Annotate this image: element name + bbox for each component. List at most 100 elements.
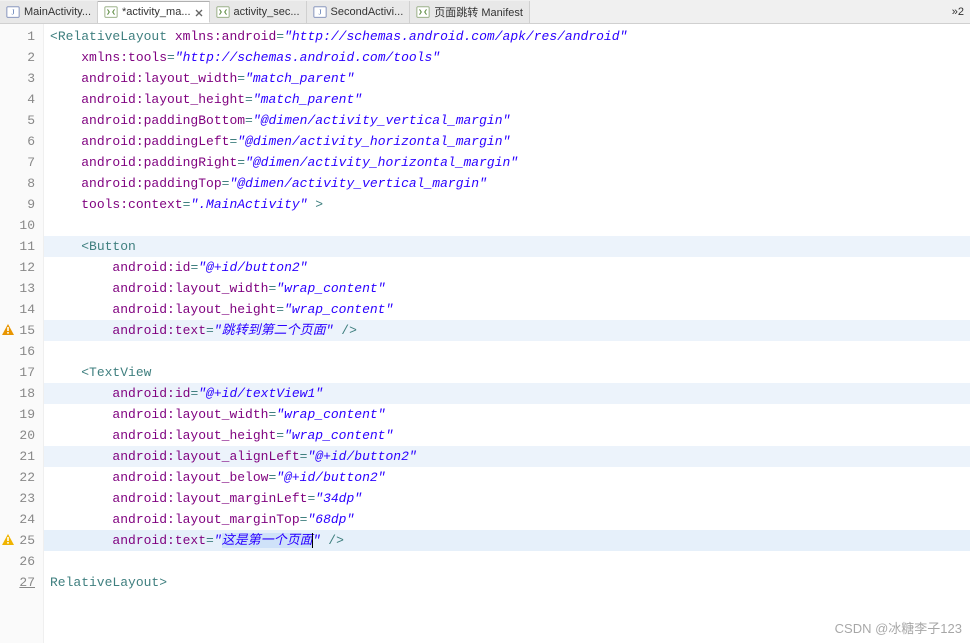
xml-value: "@+id/textView1" [198, 386, 323, 401]
line-number: 20 [0, 425, 43, 446]
xml-tag: RelativeLayout [50, 575, 159, 590]
code-line[interactable] [44, 341, 970, 362]
xml-attribute: android:layout_marginLeft [112, 491, 307, 506]
xml-attribute: android:paddingTop [81, 176, 221, 191]
code-line[interactable]: android:paddingRight="@dimen/activity_ho… [44, 152, 970, 173]
code-line[interactable]: android:layout_height="wrap_content" [44, 299, 970, 320]
warning-icon [1, 533, 15, 547]
code-line[interactable] [44, 215, 970, 236]
xml-value: "跳转到第二个页面" [214, 323, 334, 338]
line-number: 12 [0, 257, 43, 278]
editor-tab[interactable]: JMainActivity... [0, 1, 98, 23]
code-line[interactable]: android:paddingLeft="@dimen/activity_hor… [44, 131, 970, 152]
watermark-text: CSDN @冰糖李子123 [835, 618, 962, 637]
editor-tab[interactable]: 页面跳转 Manifest [410, 1, 530, 23]
xml-attribute: tools:context [81, 197, 182, 212]
xml-tag: TextView [89, 365, 151, 380]
xml-value: "http://schemas.android.com/tools" [175, 50, 440, 65]
code-line[interactable]: android:layout_marginLeft="34dp" [44, 488, 970, 509]
xml-attribute: android:layout_marginTop [112, 512, 299, 527]
line-number: 4 [0, 89, 43, 110]
xml-value: "wrap_content" [284, 428, 393, 443]
code-line[interactable]: android:layout_alignLeft="@+id/button2" [44, 446, 970, 467]
line-number: 3 [0, 68, 43, 89]
xml-file-icon [216, 5, 230, 19]
xml-value: "wrap_content" [276, 281, 385, 296]
xml-value: "@dimen/activity_vertical_margin" [253, 113, 510, 128]
xml-value: "@+id/button2" [276, 470, 385, 485]
code-line[interactable]: RelativeLayout> [44, 572, 970, 593]
close-icon[interactable] [195, 8, 203, 16]
code-line[interactable]: <RelativeLayout xmlns:android="http://sc… [44, 26, 970, 47]
line-number: 9 [0, 194, 43, 215]
line-number: 10 [0, 215, 43, 236]
xml-file-icon [416, 5, 430, 19]
xml-attribute: android:layout_height [112, 428, 276, 443]
line-number: 14 [0, 299, 43, 320]
xml-value: "@dimen/activity_horizontal_margin" [237, 134, 510, 149]
tab-label: activity_sec... [234, 6, 300, 18]
xml-attribute: xmlns:android [175, 29, 276, 44]
line-number: 2 [0, 47, 43, 68]
line-number: 19 [0, 404, 43, 425]
code-line[interactable]: android:id="@+id/button2" [44, 257, 970, 278]
code-line[interactable]: android:layout_width="wrap_content" [44, 404, 970, 425]
code-line[interactable]: android:text="这是第一个页面" /> [44, 530, 970, 551]
xml-attribute: android:layout_alignLeft [112, 449, 299, 464]
code-line[interactable]: android:paddingTop="@dimen/activity_vert… [44, 173, 970, 194]
editor-tab[interactable]: *activity_ma... [98, 1, 209, 23]
line-number: 6 [0, 131, 43, 152]
xml-attribute: android:layout_height [81, 92, 245, 107]
line-number: 21 [0, 446, 43, 467]
code-line[interactable] [44, 551, 970, 572]
code-line[interactable]: android:layout_below="@+id/button2" [44, 467, 970, 488]
code-line[interactable]: <Button [44, 236, 970, 257]
xml-attribute: android:paddingBottom [81, 113, 245, 128]
xml-value: "@+id/button2" [307, 449, 416, 464]
code-line[interactable]: android:layout_width="wrap_content" [44, 278, 970, 299]
xml-value: ".MainActivity" [190, 197, 307, 212]
line-number: 24 [0, 509, 43, 530]
line-number: 15 [0, 320, 43, 341]
editor-tab[interactable]: J SecondActivi... [307, 1, 411, 23]
xml-attribute: android:id [112, 386, 190, 401]
line-number: 5 [0, 110, 43, 131]
code-line[interactable]: android:layout_height="match_parent" [44, 89, 970, 110]
line-number: 27 [0, 572, 43, 593]
tab-label: SecondActivi... [331, 6, 404, 18]
xml-attribute: android:id [112, 260, 190, 275]
svg-text:J: J [318, 8, 321, 16]
line-number: 17 [0, 362, 43, 383]
xml-attribute: android:layout_below [112, 470, 268, 485]
code-line[interactable]: <TextView [44, 362, 970, 383]
code-line[interactable]: android:layout_marginTop="68dp" [44, 509, 970, 530]
editor-area: 1234567891011121314151617181920212223242… [0, 24, 970, 643]
xml-value: "34dp" [315, 491, 362, 506]
code-line[interactable]: android:layout_width="match_parent" [44, 68, 970, 89]
line-number: 25 [0, 530, 43, 551]
code-line[interactable]: android:layout_height="wrap_content" [44, 425, 970, 446]
warning-icon [1, 323, 15, 337]
xml-tag: RelativeLayout [58, 29, 167, 44]
line-number: 13 [0, 278, 43, 299]
xml-file-icon [104, 5, 118, 19]
code-editor[interactable]: <RelativeLayout xmlns:android="http://sc… [44, 24, 970, 643]
xml-value: "@dimen/activity_horizontal_margin" [245, 155, 518, 170]
editor-tab[interactable]: activity_sec... [210, 1, 307, 23]
xml-attribute: android:paddingRight [81, 155, 237, 170]
line-number: 11 [0, 236, 43, 257]
line-number-gutter: 1234567891011121314151617181920212223242… [0, 24, 44, 643]
xml-attribute: android:layout_width [112, 281, 268, 296]
xml-value: "这是第一个页面" [214, 533, 321, 548]
xml-value: "@dimen/activity_vertical_margin" [229, 176, 486, 191]
code-line[interactable]: android:paddingBottom="@dimen/activity_v… [44, 110, 970, 131]
code-line[interactable]: android:text="跳转到第二个页面" /> [44, 320, 970, 341]
code-line[interactable]: tools:context=".MainActivity" > [44, 194, 970, 215]
code-line[interactable]: android:id="@+id/textView1" [44, 383, 970, 404]
xml-attribute: android:layout_height [112, 302, 276, 317]
tabbar-overflow-indicator[interactable]: »2 [946, 6, 970, 18]
line-number: 26 [0, 551, 43, 572]
xml-value: "wrap_content" [276, 407, 385, 422]
code-line[interactable]: xmlns:tools="http://schemas.android.com/… [44, 47, 970, 68]
svg-text:J: J [12, 8, 15, 16]
